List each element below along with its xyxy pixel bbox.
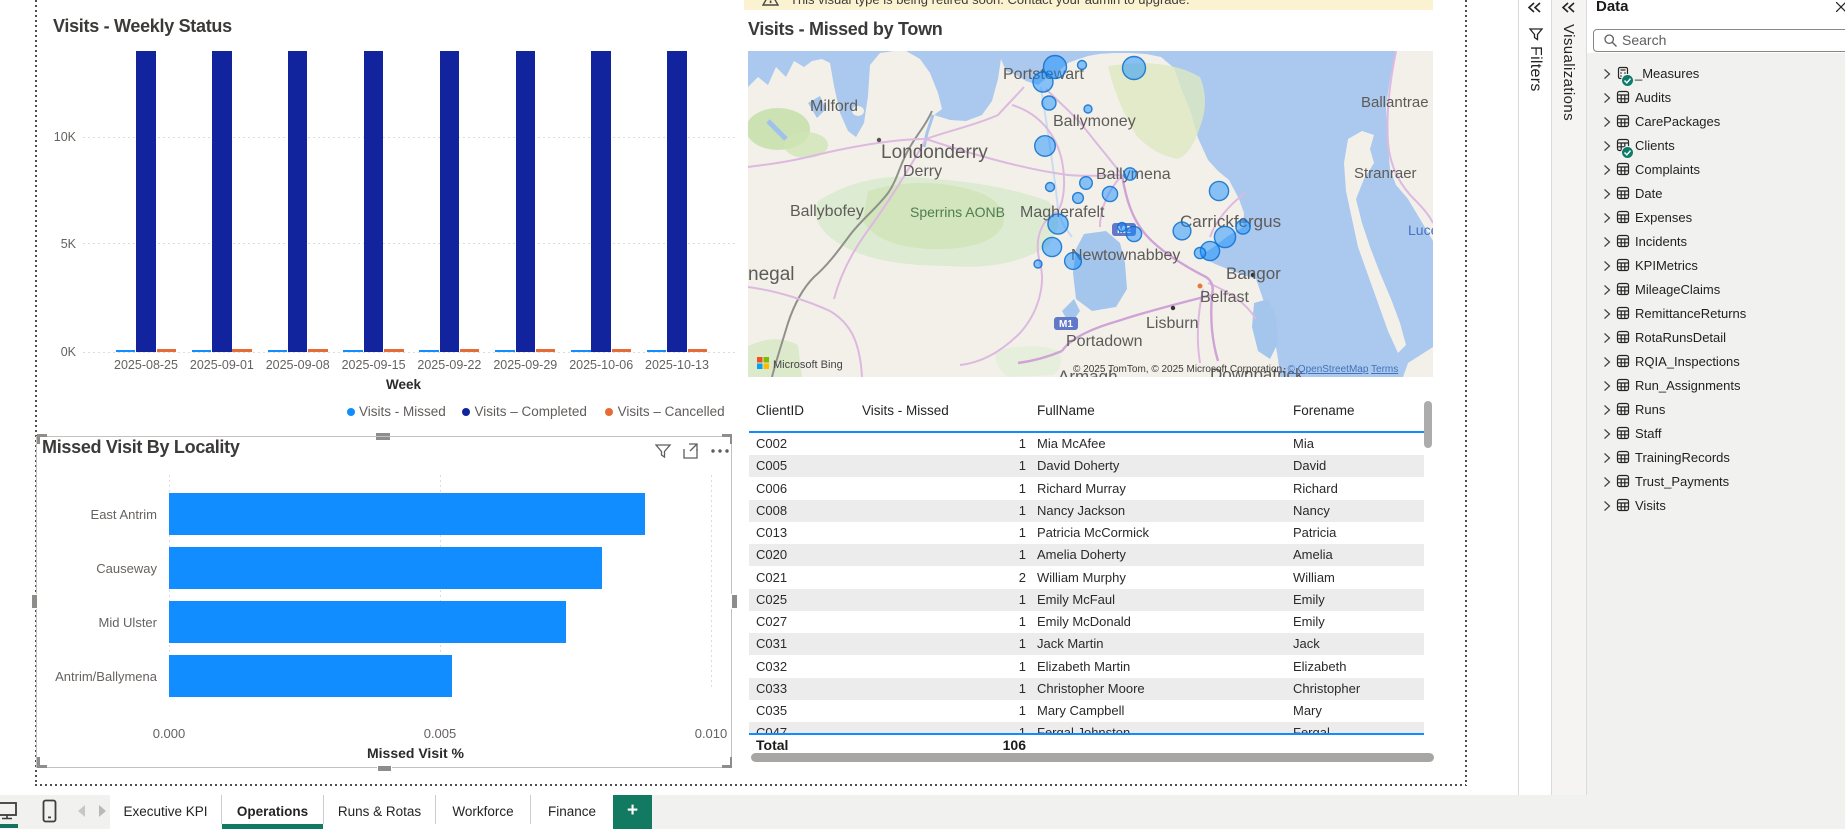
- svg-text:Portadown: Portadown: [1066, 333, 1143, 350]
- svg-text:© 2025 TomTom, © 2025 Microsof: © 2025 TomTom, © 2025 Microsoft Corporat…: [1073, 364, 1398, 375]
- svg-text:Milford: Milford: [810, 98, 858, 115]
- svg-text:M1: M1: [1059, 319, 1073, 330]
- svg-text:Belfast: Belfast: [1200, 289, 1249, 306]
- svg-text:Stranraer: Stranraer: [1354, 165, 1417, 182]
- svg-text:Newtownabbey: Newtownabbey: [1071, 247, 1180, 264]
- svg-text:Lisburn: Lisburn: [1146, 315, 1198, 332]
- svg-text:negal: negal: [748, 264, 795, 285]
- svg-text:Bangor: Bangor: [1226, 264, 1281, 283]
- svg-text:Luce: Luce: [1408, 222, 1433, 238]
- svg-text:Derry: Derry: [903, 163, 942, 180]
- svg-text:Londonderry: Londonderry: [881, 142, 988, 163]
- svg-text:Ballybofey: Ballybofey: [790, 203, 864, 220]
- svg-text:Sperrins AONB: Sperrins AONB: [910, 204, 1005, 220]
- svg-text:Microsoft Bing: Microsoft Bing: [773, 359, 843, 371]
- svg-text:Ballantrae: Ballantrae: [1361, 94, 1429, 111]
- svg-text:Ballymoney: Ballymoney: [1053, 113, 1136, 130]
